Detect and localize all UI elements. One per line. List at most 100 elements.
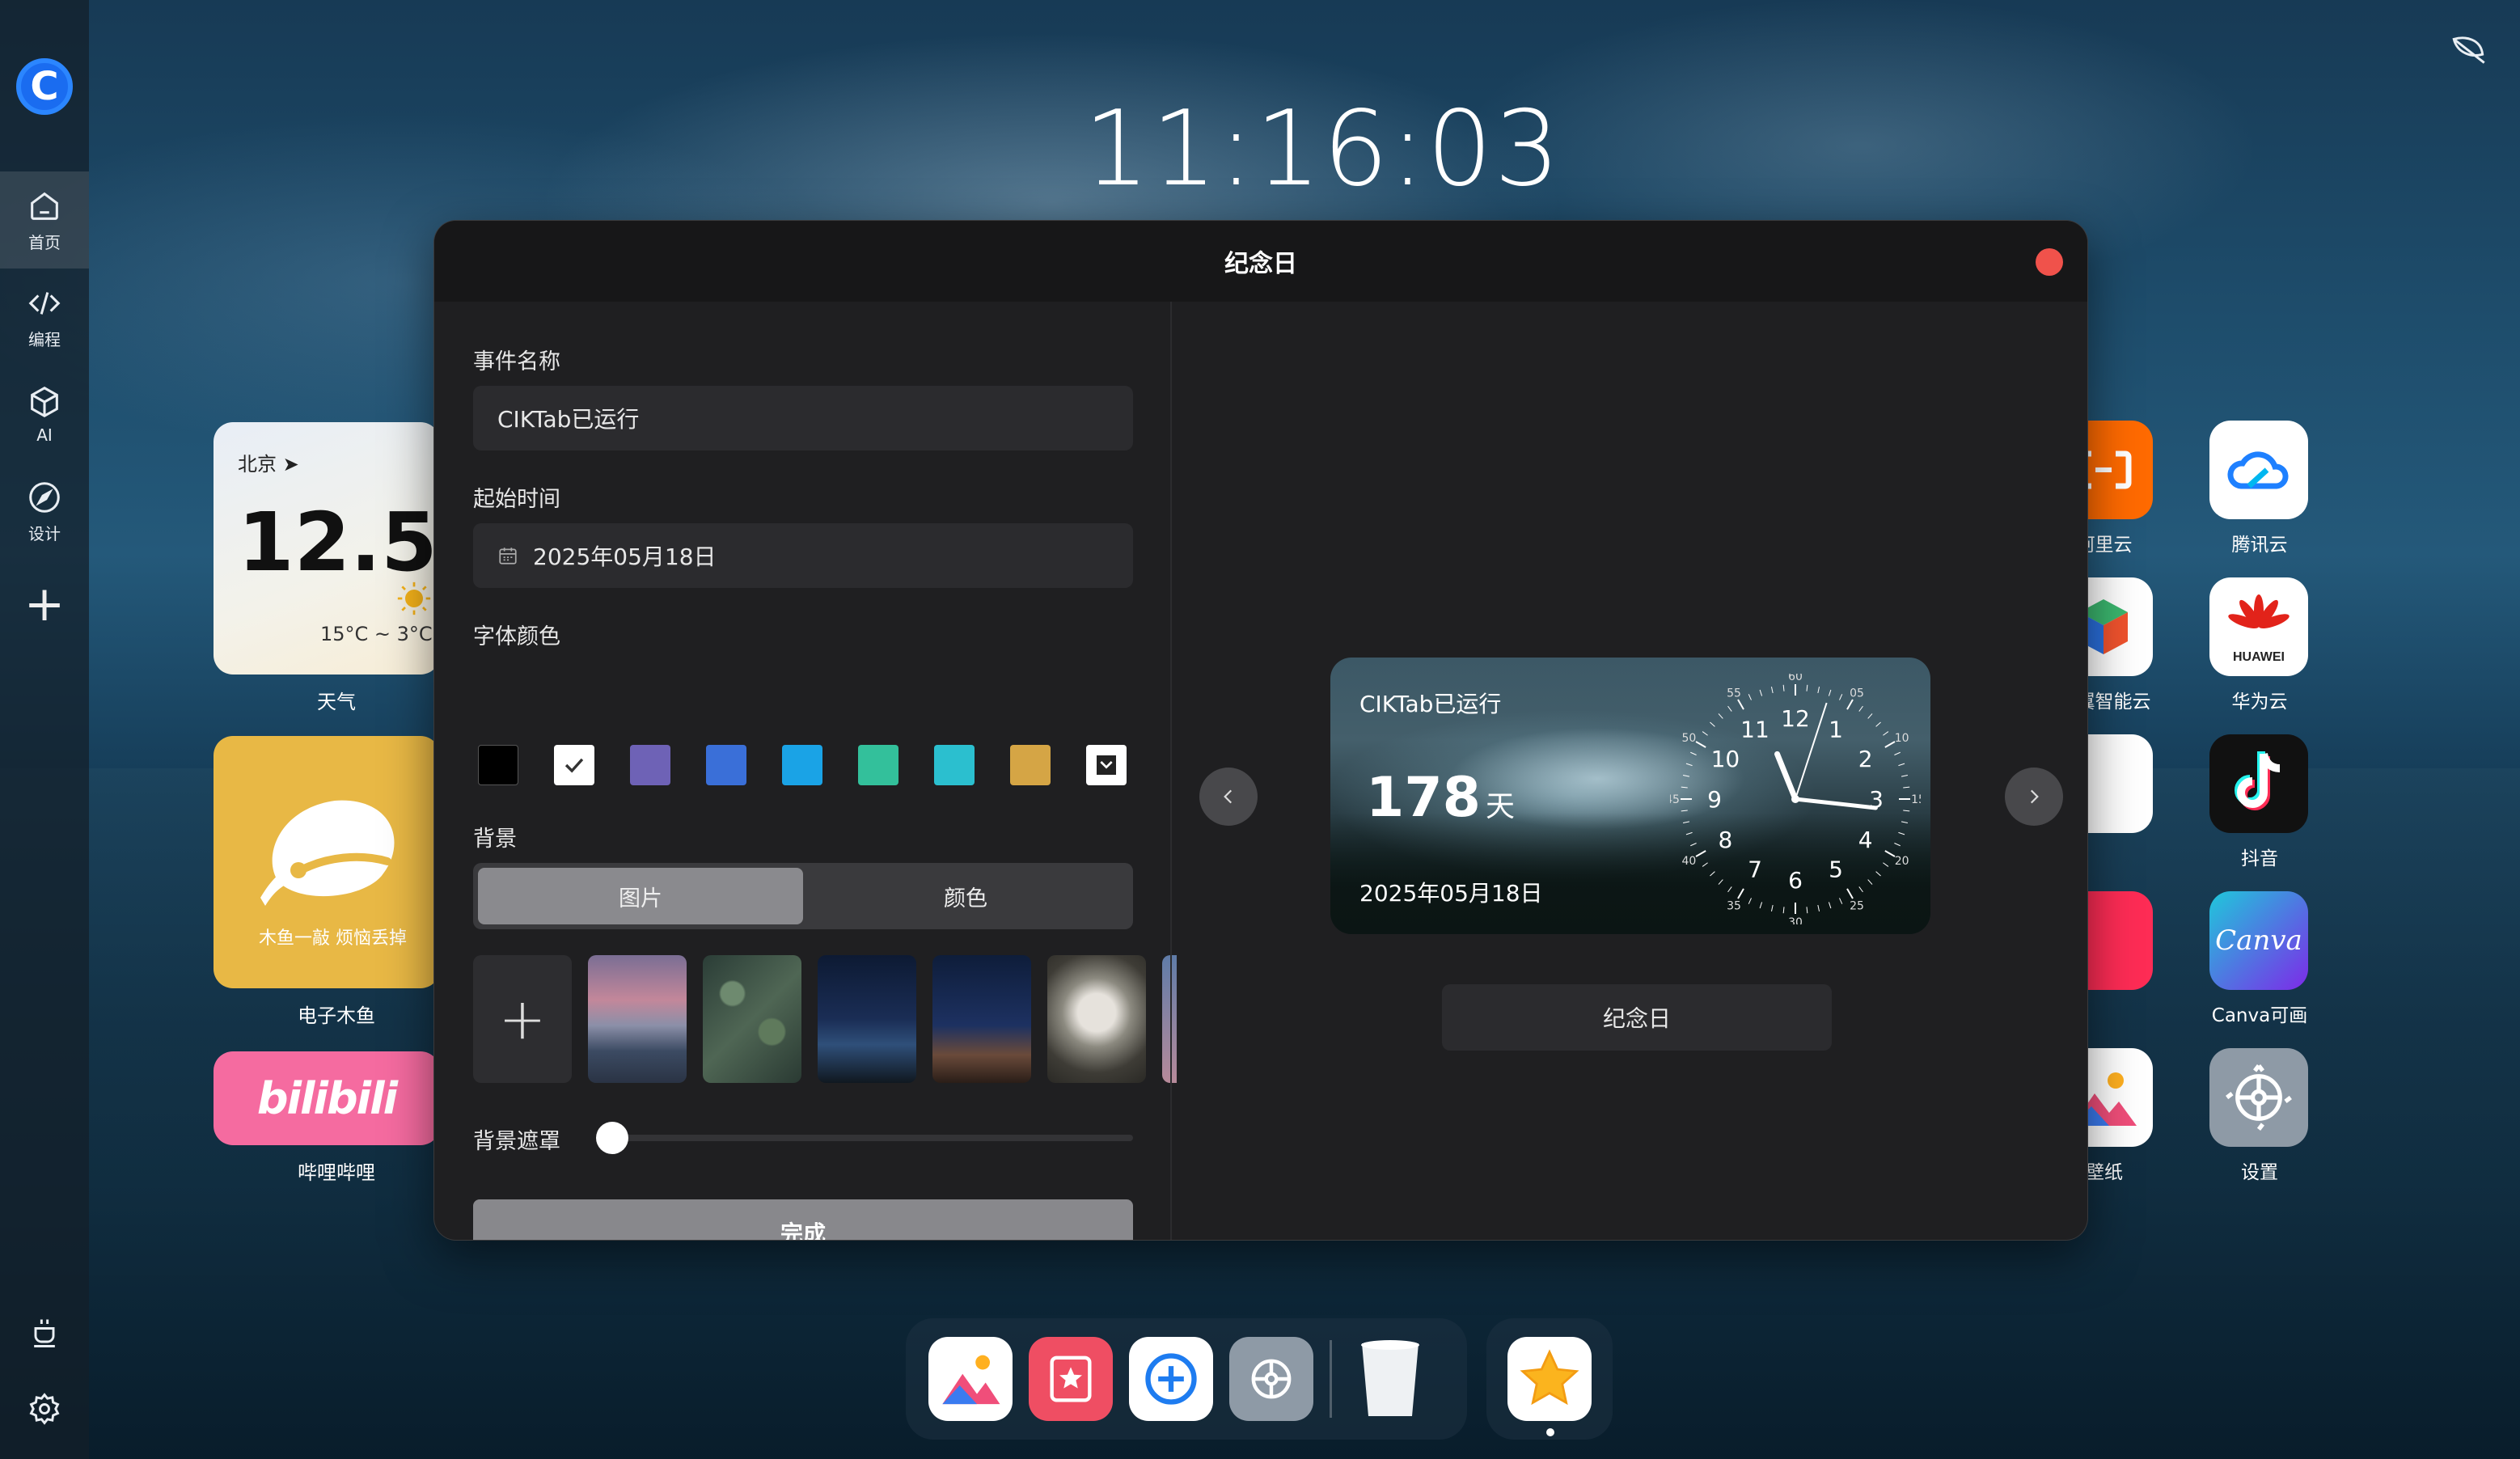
- clock-tick: [1695, 850, 1706, 857]
- cube-icon: [31, 386, 58, 418]
- plus-circle-icon: [1145, 1353, 1197, 1405]
- swatch-black[interactable]: [478, 745, 518, 785]
- bg-thumb-dandelion[interactable]: [1047, 955, 1146, 1083]
- sidebar-item-label: 设计: [28, 523, 61, 543]
- clock-tick: [1903, 810, 1910, 812]
- dock-wallpaper[interactable]: [928, 1337, 1013, 1421]
- sidebar-item-home[interactable]: 首页: [0, 171, 89, 269]
- event-name-label: 事件名称: [473, 349, 560, 374]
- close-button[interactable]: [2036, 248, 2063, 276]
- sidebar-item-label: AI: [36, 425, 53, 445]
- start-date-picker[interactable]: 2025年05月18日: [473, 523, 1133, 588]
- clock-tick: [1782, 684, 1785, 691]
- clock-minute-number: 35: [1727, 900, 1741, 913]
- clock-tick: [1883, 862, 1889, 867]
- clock-tick: [1806, 907, 1808, 914]
- clock-hour-number: 6: [1788, 867, 1803, 894]
- swatch-blue[interactable]: [706, 745, 746, 785]
- sidebar-item-code[interactable]: 编程: [0, 269, 89, 366]
- code-icon: [28, 291, 61, 315]
- swatch-purple[interactable]: [630, 745, 670, 785]
- app-douyin[interactable]: [2209, 734, 2308, 833]
- dock-settings[interactable]: [1229, 1337, 1313, 1421]
- clock-tick: [1685, 831, 1693, 835]
- anniversary-preview-card: CIKTab已运行 178天 2025年05月18日 1052103154205…: [1330, 658, 1930, 934]
- clock-hour-hand: [1774, 751, 1799, 802]
- app-canva[interactable]: Canva: [2209, 891, 2308, 990]
- gear-icon[interactable]: [27, 1391, 62, 1427]
- modal-form: 事件名称 CIKTab已运行 起始时间 2025年05月18日 字体颜色 背景: [434, 302, 1177, 1240]
- dock-favorites-app[interactable]: [1507, 1337, 1592, 1421]
- clock-tick: [1748, 694, 1752, 700]
- swatch-green[interactable]: [858, 745, 898, 785]
- clock-tick: [1858, 886, 1863, 893]
- bilibili-logo: bilibili: [256, 1072, 398, 1124]
- tab-color[interactable]: 颜色: [803, 868, 1128, 924]
- sidebar: C 首页 编程 AI 设计 +: [0, 0, 89, 1459]
- app-settings[interactable]: [2209, 1048, 2308, 1147]
- dock-bookmark[interactable]: [1029, 1337, 1113, 1421]
- mask-slider-handle[interactable]: [596, 1122, 628, 1154]
- preview-date: 2025年05月18日: [1359, 880, 1543, 907]
- tab-image[interactable]: 图片: [478, 868, 803, 924]
- clock-tick: [1867, 713, 1873, 719]
- clock-tick: [1759, 902, 1763, 909]
- coffee-icon[interactable]: [27, 1315, 62, 1351]
- clock-tick: [1710, 721, 1715, 727]
- bg-thumb-night-sky[interactable]: [818, 955, 916, 1083]
- app-tencent-cloud[interactable]: [2209, 421, 2308, 519]
- widget-label-bili: 哔哩哔哩: [298, 1161, 375, 1184]
- swatch-gold[interactable]: [1010, 745, 1051, 785]
- clock-tick: [1817, 686, 1820, 694]
- muyu-widget[interactable]: 木鱼一敲 烦恼丢掉: [214, 736, 440, 988]
- swatch-cyan[interactable]: [934, 745, 975, 785]
- clock-hour-number: 1: [1829, 716, 1843, 742]
- clock-tick: [1770, 904, 1774, 912]
- app-logo[interactable]: C: [16, 58, 73, 115]
- swatch-custom[interactable]: [1086, 745, 1127, 785]
- bg-thumb-desert-night[interactable]: [932, 955, 1031, 1083]
- analog-clock: 105210315420525630735840945105011551260: [1670, 674, 1921, 924]
- mask-label: 背景遮罩: [473, 1129, 560, 1154]
- done-button[interactable]: 完成: [473, 1199, 1133, 1240]
- swatch-sky[interactable]: [782, 745, 822, 785]
- modal-preview: CIKTab已运行 178天 2025年05月18日 1052103154205…: [1172, 302, 2087, 1240]
- add-category-button[interactable]: +: [24, 568, 65, 641]
- bilibili-widget[interactable]: bilibili: [214, 1051, 440, 1145]
- dock-favorites: [1486, 1318, 1613, 1440]
- home-icon: [31, 192, 58, 220]
- clock-tick: [1898, 763, 1905, 767]
- next-style-button[interactable]: [2005, 768, 2063, 826]
- leaf-toggle-icon[interactable]: [2449, 31, 2489, 71]
- sidebar-item-label: 首页: [28, 232, 61, 252]
- clock-tick: [1806, 684, 1808, 691]
- clock-center: [1791, 795, 1799, 803]
- widget-label-muyu: 电子木鱼: [298, 1004, 375, 1027]
- event-name-input[interactable]: CIKTab已运行: [473, 386, 1133, 450]
- modal-header: 纪念日: [434, 221, 2087, 302]
- clock-hour-number: 7: [1748, 856, 1762, 883]
- clock-tick: [1884, 741, 1896, 748]
- bg-thumb-sunset[interactable]: [588, 955, 687, 1083]
- mask-slider-track[interactable]: [611, 1135, 1133, 1141]
- app-huawei-cloud[interactable]: HUAWEI: [2209, 577, 2308, 676]
- bg-thumb-forest[interactable]: [703, 955, 801, 1083]
- check-icon: [564, 758, 584, 773]
- add-background-button[interactable]: +: [473, 955, 572, 1083]
- clock-tick: [1875, 871, 1881, 877]
- clock-hour-number: 12: [1781, 705, 1810, 732]
- weather-widget[interactable]: 北京 ➤ 12.5° 15°C ~ 3°C: [214, 422, 440, 675]
- app-label-settings: 设置: [2241, 1162, 2278, 1183]
- chevron-left-icon: [1224, 789, 1233, 804]
- dock-add[interactable]: [1129, 1337, 1213, 1421]
- sidebar-item-design[interactable]: 设计: [0, 463, 89, 560]
- prev-style-button[interactable]: [1199, 768, 1258, 826]
- swatch-white[interactable]: [554, 745, 594, 785]
- clock-tick: [1846, 888, 1854, 899]
- clock-tick: [1903, 786, 1910, 789]
- sidebar-item-ai[interactable]: AI: [0, 366, 89, 463]
- clock-tick: [1901, 821, 1909, 824]
- dock-trash[interactable]: [1348, 1337, 1432, 1421]
- canva-logo: Canva: [2215, 924, 2302, 957]
- clock-tick: [1681, 810, 1688, 812]
